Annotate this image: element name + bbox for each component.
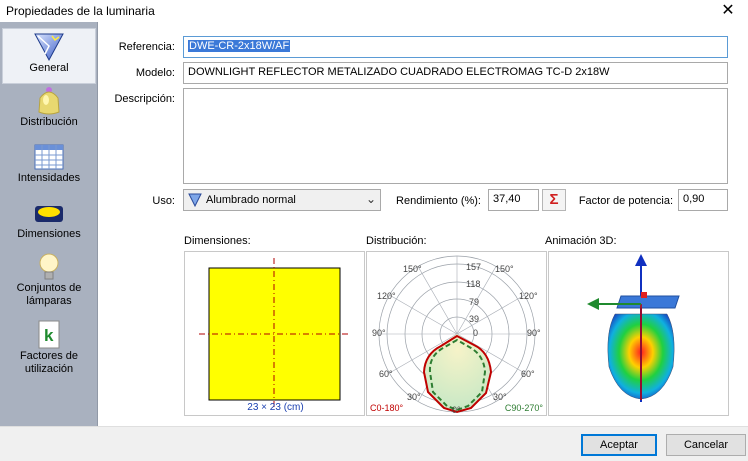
luminaire-cone-icon (33, 32, 65, 62)
title-bar: Propiedades de la luminaria ✕ (0, 0, 748, 22)
sidebar-item-intensidades[interactable]: Intensidades (2, 142, 96, 194)
sidebar-item-dimensiones[interactable]: Dimensiones (2, 198, 96, 250)
dimensions-diagram (199, 258, 351, 410)
dimensiones-label: Dimensiones: (184, 235, 251, 247)
cancel-button[interactable]: Cancelar (666, 434, 746, 456)
sidebar-item-distribucion[interactable]: Distribución (2, 86, 96, 138)
angle-label: 60° (521, 369, 535, 379)
angle-label: 90° (372, 328, 386, 338)
animacion-label: Animación 3D: (545, 235, 617, 247)
uso-select[interactable]: Alumbrado normal ⌄ (183, 189, 381, 211)
c90-legend: C90-270° (504, 403, 543, 413)
referencia-value: DWE-CR-2x18W/AF (188, 40, 291, 52)
main-panel: Referencia: DWE-CR-2x18W/AF Modelo: DOWN… (99, 22, 748, 426)
sidebar-item-label: Conjuntos de lámparas (16, 282, 82, 307)
dimensiones-panel: 23 × 23 (cm) (184, 251, 365, 416)
referencia-label: Referencia: (118, 41, 175, 53)
modelo-field[interactable]: DOWNLIGHT REFLECTOR METALIZADO CUADRADO … (183, 62, 728, 84)
sidebar-item-label: Intensidades (17, 172, 81, 184)
angle-label: 150° (403, 264, 422, 274)
sidebar-item-label: Dimensiones (17, 228, 81, 240)
uso-value: Alumbrado normal (206, 194, 296, 206)
sidebar-item-general[interactable]: General (2, 28, 96, 84)
sidebar-item-factores-utilizacion[interactable]: k Factores de utilización (2, 320, 96, 386)
radial-label: 79 (469, 297, 480, 307)
accept-button[interactable]: Aceptar (581, 434, 657, 456)
radial-label: 39 (469, 314, 480, 324)
angle-label: 30° (493, 392, 507, 402)
lighting-icon (188, 193, 202, 210)
rendimiento-label: Rendimiento (%): (396, 195, 481, 207)
table-grid-icon (33, 142, 65, 172)
referencia-field[interactable]: DWE-CR-2x18W/AF (183, 36, 728, 58)
uso-label: Uso: (152, 195, 175, 207)
close-button[interactable]: ✕ (718, 1, 738, 21)
3d-photometric-solid (587, 254, 680, 402)
radial-label: 0 (473, 328, 479, 338)
sidebar-item-label: Factores de utilización (19, 350, 79, 375)
angle-label: 90° (527, 328, 541, 338)
angle-label: 120° (519, 291, 538, 301)
distribucion-label: Distribución: (366, 235, 427, 247)
descripcion-label: Descripción: (114, 93, 175, 105)
radial-label: 118 (466, 279, 481, 289)
sidebar: General Distribución Intensidades Dimens… (0, 22, 98, 426)
sidebar-item-conjuntos-lamparas[interactable]: Conjuntos de lámparas (2, 252, 96, 318)
factor-potencia-field[interactable]: 0,90 (678, 189, 728, 211)
sidebar-item-label: Distribución (20, 116, 78, 128)
angle-label: 0° (452, 405, 461, 415)
dimensiones-caption: 23 × 23 (cm) (247, 402, 304, 413)
angle-label: 30° (407, 392, 421, 402)
c0-legend: C0-180° (370, 403, 404, 413)
chevron-down-icon: ⌄ (365, 192, 376, 206)
animacion-panel (548, 251, 729, 416)
svg-text:k: k (44, 326, 54, 345)
yellow-box-icon (33, 198, 65, 228)
polar-diagram (378, 255, 536, 414)
angle-label: 120° (377, 291, 396, 301)
distribucion-panel: 157 118 79 39 0 150° 150° 120° 120° 90° … (366, 251, 547, 416)
angle-label: 150° (495, 264, 514, 274)
sidebar-item-label: General (29, 62, 69, 74)
factor-potencia-label: Factor de potencia: (578, 195, 673, 207)
radial-label: 157 (466, 262, 482, 272)
rendimiento-field[interactable]: 37,40 (488, 189, 539, 211)
modelo-label: Modelo: (135, 67, 175, 79)
dialog-footer: Aceptar Cancelar (0, 426, 748, 461)
descripcion-textarea[interactable] (183, 88, 728, 184)
angle-label: 60° (379, 369, 393, 379)
sigma-button[interactable]: Σ (542, 189, 566, 211)
lamp-bulb-icon (33, 252, 65, 282)
window-title: Propiedades de la luminaria (6, 4, 155, 18)
distribution-bulb-icon (33, 86, 65, 116)
k-factor-icon: k (33, 320, 65, 350)
